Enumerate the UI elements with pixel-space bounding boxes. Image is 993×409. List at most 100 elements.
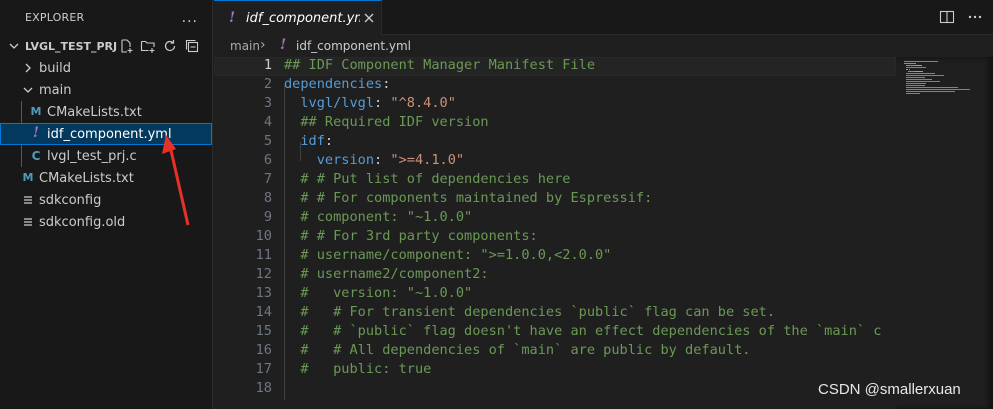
close-icon[interactable]: [361, 10, 377, 26]
line-number: 18: [255, 380, 272, 396]
code-line[interactable]: 12 # username2/component2:: [214, 266, 896, 285]
new-folder-icon[interactable]: [140, 38, 156, 54]
code-token: # # Put list of dependencies here: [284, 171, 571, 187]
tree-item-main-cmakelists[interactable]: M CMakeLists.txt: [0, 101, 212, 123]
editor-tab-bar: ! idf_component.yml: [214, 0, 993, 35]
minimap-line: [905, 87, 958, 88]
code-token: :: [374, 95, 391, 111]
line-number: 15: [255, 323, 272, 339]
minimap-line: [905, 79, 932, 80]
code-line[interactable]: 16 # # All dependencies of `main` are pu…: [214, 342, 896, 361]
workspace-folder[interactable]: LVGL_TEST_PRJ: [0, 35, 212, 57]
new-file-icon[interactable]: [118, 38, 134, 54]
minimap-line: [904, 63, 915, 64]
line-number: 5: [263, 133, 272, 149]
code-token: ## Required IDF version: [284, 114, 489, 130]
tab-idf-component[interactable]: ! idf_component.yml: [214, 0, 382, 35]
tree-item-root-cmakelists[interactable]: M CMakeLists.txt: [0, 167, 212, 189]
more-actions-icon[interactable]: [967, 9, 983, 25]
code-line[interactable]: 1 ## IDF Component Manager Manifest File: [214, 57, 896, 76]
chevron-right-icon: ›: [260, 37, 266, 53]
line-number: 1: [263, 57, 272, 73]
line-number: 3: [263, 95, 272, 111]
tree-item-sdkconfig-old[interactable]: sdkconfig.old: [0, 211, 212, 233]
c-file-icon: C: [31, 149, 41, 163]
code-text: ## Required IDF version: [284, 114, 489, 130]
code-line[interactable]: 6 version: ">=4.1.0": [214, 152, 896, 171]
line-number: 7: [263, 171, 272, 187]
line-number: 11: [255, 247, 272, 263]
split-editor-icon[interactable]: [939, 9, 955, 25]
minimap-line: [914, 65, 922, 66]
code-line[interactable]: 5 idf:: [214, 133, 896, 152]
breadcrumb-file[interactable]: idf_component.yml: [296, 39, 411, 53]
code-text: # # For 3rd party components:: [284, 228, 538, 244]
yaml-file-icon: !: [32, 125, 40, 141]
yaml-file-icon: !: [229, 10, 236, 26]
breadcrumb-folder[interactable]: main: [230, 39, 260, 53]
line-number: 14: [255, 304, 272, 320]
folder-actions: [118, 38, 200, 54]
collapse-all-icon[interactable]: [184, 38, 200, 54]
line-number: 16: [255, 342, 272, 358]
minimap[interactable]: [896, 57, 993, 409]
code-text: # username2/component2:: [284, 266, 489, 282]
code-line[interactable]: 11 # username/component: ">=1.0.0,<2.0.0…: [214, 247, 896, 266]
code-token: :: [382, 76, 391, 92]
code-token: # version: "~1.0.0": [284, 285, 473, 301]
code-text: # # `public` flag doesn't have an effect…: [284, 323, 881, 339]
code-token: # # For 3rd party components:: [284, 228, 538, 244]
code-token: # username/component: ">=1.0.0,<2.0.0": [284, 247, 612, 263]
code-line[interactable]: 7 # # Put list of dependencies here: [214, 171, 896, 190]
cmake-file-icon: M: [22, 171, 34, 184]
code-line[interactable]: 10 # # For 3rd party components:: [214, 228, 896, 247]
more-actions-icon[interactable]: ...: [182, 10, 198, 26]
tree-item-main[interactable]: main: [0, 79, 212, 101]
code-token: dependencies: [284, 76, 383, 92]
code-token: lvgl/lvgl: [284, 95, 375, 111]
chevron-down-icon: [23, 87, 33, 93]
minimap-line: [905, 73, 936, 74]
code-line[interactable]: 15 # # `public` flag doesn't have an eff…: [214, 323, 896, 342]
code-line[interactable]: 17 # public: true: [214, 361, 896, 380]
vertical-scrollbar[interactable]: [980, 57, 993, 409]
code-line[interactable]: 8 # # For components maintained by Espre…: [214, 190, 896, 209]
code-token: ## IDF Component Manager Manifest File: [284, 57, 595, 73]
chevron-down-icon: [9, 43, 19, 49]
minimap-line: [905, 67, 927, 68]
minimap-line: [914, 63, 916, 64]
tree-item-idf-component[interactable]: ! idf_component.yml: [0, 123, 212, 145]
tree-item-label: sdkconfig.old: [39, 214, 126, 230]
tree-item-label: CMakeLists.txt: [39, 170, 134, 186]
minimap-line: [904, 61, 939, 62]
workspace-folder-name: LVGL_TEST_PRJ: [25, 39, 118, 53]
code-token: # # All dependencies of `main` are publi…: [284, 342, 751, 358]
code-line[interactable]: 9 # component: "~1.0.0": [214, 209, 896, 228]
code-editor[interactable]: 1 ## IDF Component Manager Manifest File 2…: [214, 57, 896, 409]
code-line[interactable]: 14 # # For transient dependencies `publi…: [214, 304, 896, 323]
code-line[interactable]: 13 # version: "~1.0.0": [214, 285, 896, 304]
cmake-file-icon: M: [30, 105, 42, 118]
code-text: # username/component: ">=1.0.0,<2.0.0": [284, 247, 611, 263]
code-line[interactable]: 3 lvgl/lvgl: "^8.4.0": [214, 95, 896, 114]
tree-item-lvgl-test-prj-c[interactable]: C lvgl_test_prj.c: [0, 145, 212, 167]
tree-item-build[interactable]: build: [0, 57, 212, 79]
code-line[interactable]: 2 dependencies:: [214, 76, 896, 95]
line-number: 6: [263, 152, 272, 168]
code-line[interactable]: 18: [214, 380, 896, 399]
tree-item-sdkconfig[interactable]: sdkconfig: [0, 189, 212, 211]
refresh-icon[interactable]: [162, 38, 178, 54]
code-token: # username2/component2:: [284, 266, 489, 282]
code-text: # # For components maintained by Espress…: [284, 190, 652, 206]
code-text: dependencies:: [284, 76, 390, 92]
tree-item-label: CMakeLists.txt: [47, 104, 142, 120]
tree-item-label: build: [39, 60, 71, 76]
code-line[interactable]: 4 ## Required IDF version: [214, 114, 896, 133]
minimap-line: [905, 91, 956, 92]
minimap-line: [905, 75, 945, 76]
tree-item-label: main: [39, 82, 72, 98]
explorer-sidebar: EXPLORER ... LVGL_TEST_PRJ build main M …: [0, 0, 213, 409]
code-token: idf: [284, 133, 325, 149]
tree-item-label: lvgl_test_prj.c: [47, 148, 137, 164]
settings-lines-icon: [24, 218, 32, 226]
